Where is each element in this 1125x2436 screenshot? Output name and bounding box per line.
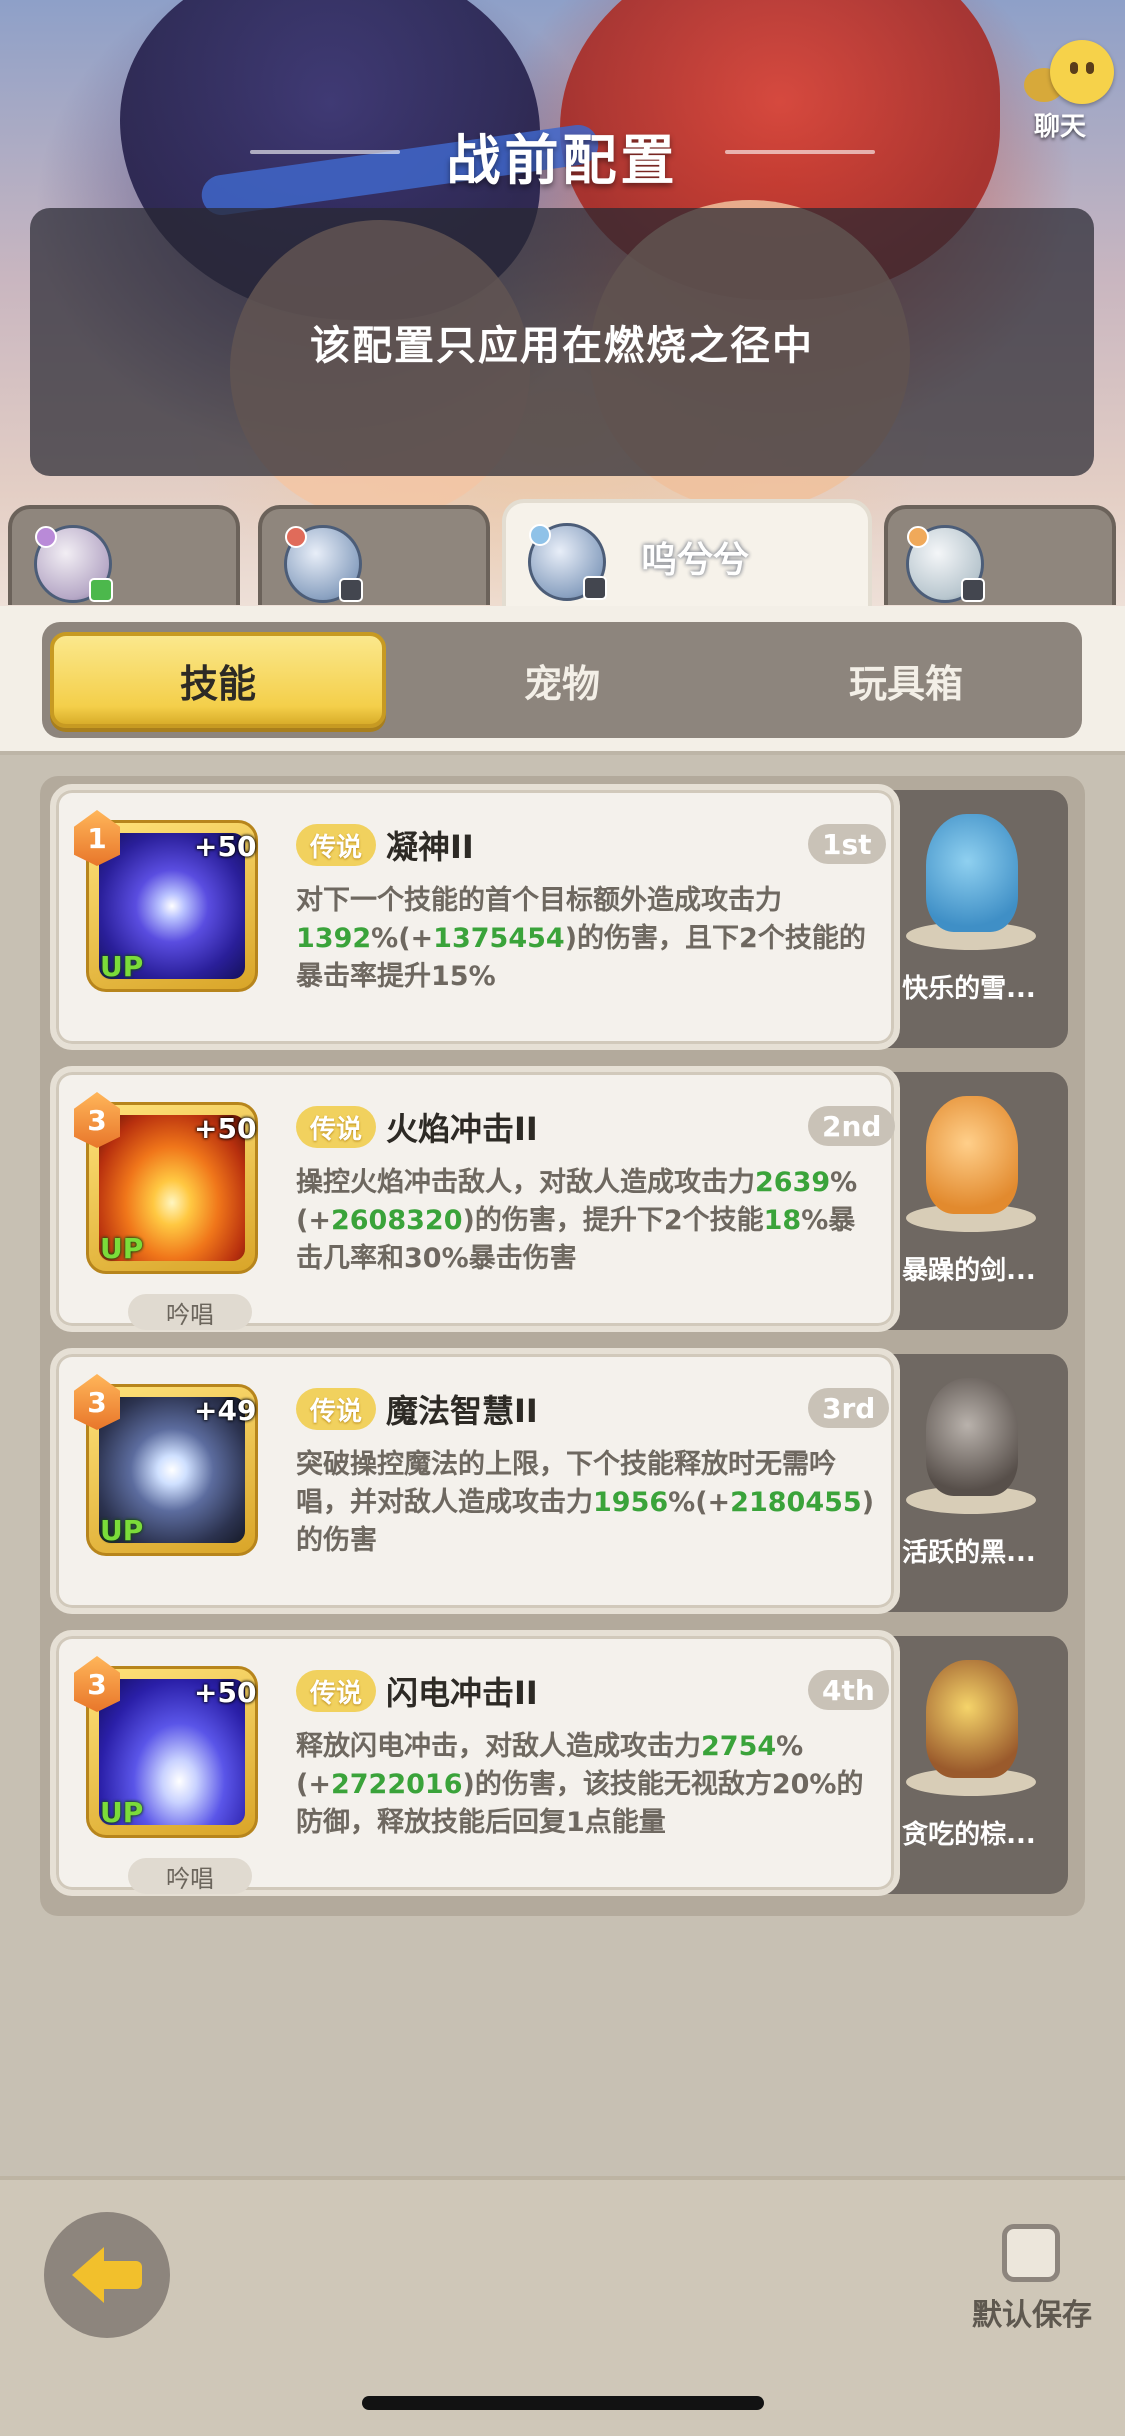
- rarity-badge: 传说: [296, 824, 377, 866]
- upgrade-tag: UP: [100, 950, 144, 983]
- character-avatar: [906, 525, 985, 603]
- upgrade-tag: UP: [100, 1232, 144, 1265]
- pet-figure-icon: [926, 1096, 1018, 1214]
- element-icon: [285, 526, 307, 548]
- highlight-value: 1956: [593, 1487, 669, 1518]
- pet-figure-icon: [926, 814, 1018, 932]
- description-text: 对下一个技能的首个目标额外造成攻击力: [296, 885, 782, 916]
- highlight-value: 2608320: [330, 1205, 463, 1236]
- description-text: %(+: [371, 923, 434, 954]
- skill-order-badge: 1st: [808, 824, 886, 864]
- upgrade-tag: UP: [100, 1796, 144, 1829]
- back-button[interactable]: [44, 2212, 170, 2338]
- skill-name: 凝神II: [386, 828, 474, 866]
- default-save-label: 默认保存: [972, 2298, 1092, 2333]
- skill-level-badge: 1: [74, 810, 120, 866]
- skill-name: 魔法智慧II: [386, 1392, 538, 1430]
- skill-name: 火焰冲击II: [386, 1110, 538, 1148]
- skill-level-badge: 3: [74, 1374, 120, 1430]
- home-indicator: [362, 2396, 764, 2410]
- tab-toybox[interactable]: 玩具箱: [738, 632, 1074, 728]
- skill-description: 突破操控魔法的上限，下个技能释放时无需吟唱，并对敌人造成攻击力1956%(+21…: [296, 1446, 876, 1560]
- skill-description: 释放闪电冲击，对敌人造成攻击力2754%(+2722016)的伤害，该技能无视敌…: [296, 1728, 876, 1842]
- skill-card[interactable]: 3 +50 UP 吟唱 传说 闪电冲击II 4th 释放闪电冲击，对敌人造成攻击…: [50, 1630, 900, 1896]
- description-text: 释放闪电冲击，对敌人造成攻击力: [296, 1731, 701, 1762]
- character-tab-4[interactable]: [884, 505, 1116, 605]
- status-badge-icon: [89, 578, 113, 602]
- skill-card[interactable]: 1 +50 UP 传说 凝神II 1st 对下一个技能的首个目标额外造成攻击力 1…: [50, 784, 900, 1050]
- highlight-value: 18: [763, 1205, 802, 1236]
- highlight-value: 1392: [296, 923, 372, 954]
- description-text: 操控火焰冲击敌人，对敌人造成攻击力: [296, 1167, 755, 1198]
- chant-tag: 吟唱: [128, 1294, 252, 1330]
- pet-figure-icon: [926, 1660, 1018, 1778]
- config-notice-text: 该配置只应用在燃烧之径中: [310, 323, 814, 369]
- highlight-value: 2180455: [730, 1487, 862, 1518]
- skill-row[interactable]: 活跃的黑... 3 +49 UP 传说 魔法智慧II 3rd 突破操控魔法的上限…: [50, 1348, 1068, 1614]
- highlight-value: 1375454: [433, 923, 565, 954]
- skill-row[interactable]: 快乐的雪... 1 +50 UP 传说 凝神II 1st 对下一个技能的首个目标…: [50, 784, 1068, 1050]
- skill-order-badge: 2nd: [808, 1106, 896, 1146]
- skill-card[interactable]: 3 +50 UP 吟唱 传说 火焰冲击II 2nd 操控火焰冲击敌人，对敌人造成…: [50, 1066, 900, 1332]
- default-save-checkbox[interactable]: [1002, 2224, 1060, 2282]
- element-icon: [907, 526, 929, 548]
- rarity-badge: 传说: [296, 1106, 377, 1148]
- status-badge-icon: [339, 578, 363, 602]
- chant-tag: 吟唱: [128, 1858, 252, 1894]
- character-avatar: [34, 525, 113, 603]
- skill-plus-level: +50: [194, 830, 257, 863]
- element-icon: [529, 524, 551, 546]
- tab-pet[interactable]: 宠物: [394, 632, 730, 728]
- config-notice: 该配置只应用在燃烧之径中: [30, 208, 1094, 476]
- highlight-value: 2639: [755, 1167, 831, 1198]
- page-title: 战前配置: [446, 129, 679, 192]
- rarity-badge: 传说: [296, 1670, 377, 1712]
- highlight-value: 2754: [701, 1731, 777, 1762]
- skill-description: 操控火焰冲击敌人，对敌人造成攻击力2639%(+2608320)的伤害，提升下2…: [296, 1164, 876, 1278]
- skill-plus-level: +50: [194, 1676, 257, 1709]
- chat-button[interactable]: 聊天: [1010, 40, 1120, 142]
- chat-label: 聊天: [1034, 112, 1087, 142]
- skill-row[interactable]: 贪吃的棕... 3 +50 UP 吟唱 传说 闪电冲击II 4th 释放闪电冲击…: [50, 1630, 1068, 1896]
- skill-order-badge: 4th: [808, 1670, 889, 1710]
- upgrade-tag: UP: [100, 1514, 144, 1547]
- character-tab-1[interactable]: [8, 505, 240, 605]
- character-avatar: [284, 525, 363, 603]
- pet-figure-icon: [926, 1378, 1018, 1496]
- skill-row[interactable]: 暴躁的剑... 3 +50 UP 吟唱 传说 火焰冲击II 2nd 操控火焰冲击…: [50, 1066, 1068, 1332]
- rarity-badge: 传说: [296, 1388, 377, 1430]
- skill-name: 闪电冲击II: [386, 1674, 538, 1712]
- status-badge-icon: [961, 578, 985, 602]
- character-name: 呜兮兮: [641, 540, 750, 581]
- skill-plus-level: +50: [194, 1112, 257, 1145]
- skill-description: 对下一个技能的首个目标额外造成攻击力1392%(+1375454)的伤害，且下2…: [296, 882, 876, 996]
- character-tab-2[interactable]: [258, 505, 490, 605]
- main-panel: 技能 宠物 玩具箱 快乐的雪... 1 +50 UP 传说 凝神II 1st 对…: [0, 606, 1125, 2176]
- character-tab-3[interactable]: 呜兮兮: [502, 499, 872, 609]
- description-text: )的伤害，提升下2个技能: [462, 1205, 764, 1236]
- status-badge-icon: [583, 576, 607, 600]
- skill-order-badge: 3rd: [808, 1388, 890, 1428]
- character-avatar: [528, 523, 607, 601]
- skill-level-badge: 3: [74, 1092, 120, 1148]
- skill-plus-level: +49: [194, 1394, 257, 1427]
- element-icon: [35, 526, 57, 548]
- description-text: %(+: [668, 1487, 731, 1518]
- skill-level-badge: 3: [74, 1656, 120, 1712]
- skill-list: 快乐的雪... 1 +50 UP 传说 凝神II 1st 对下一个技能的首个目标…: [40, 776, 1085, 1916]
- highlight-value: 2722016: [330, 1769, 463, 1800]
- back-arrow-icon: [72, 2247, 142, 2303]
- category-segment: 技能 宠物 玩具箱: [42, 622, 1082, 738]
- skill-card[interactable]: 3 +49 UP 传说 魔法智慧II 3rd 突破操控魔法的上限，下个技能释放时…: [50, 1348, 900, 1614]
- tab-skill[interactable]: 技能: [50, 632, 386, 728]
- chat-bubble-icon: [1050, 40, 1114, 104]
- character-tabs: 呜兮兮: [0, 499, 1125, 615]
